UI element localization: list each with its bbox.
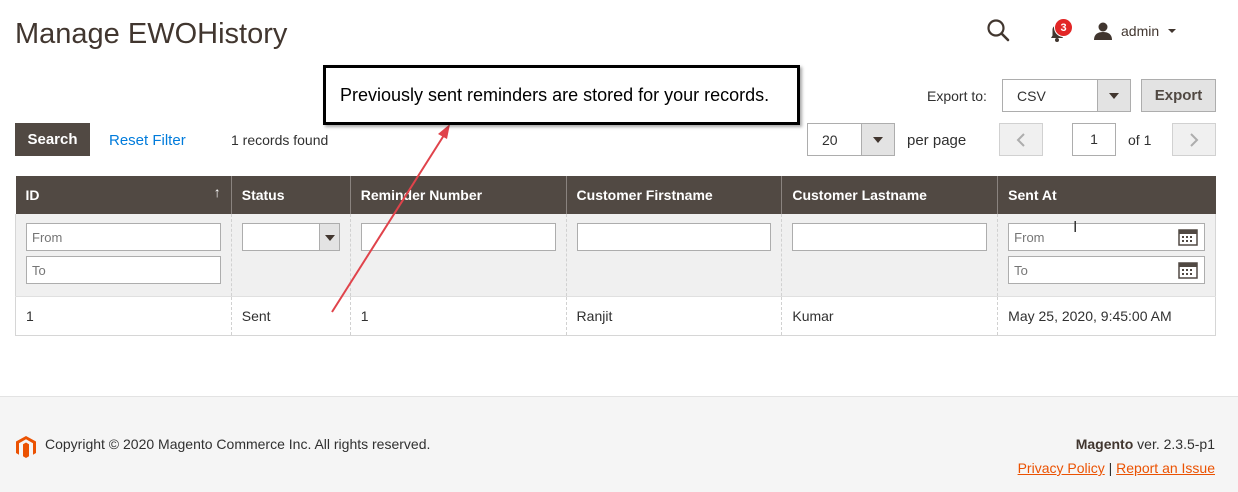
page-title: Manage EWOHistory	[15, 18, 288, 50]
next-page-button[interactable]	[1172, 123, 1216, 156]
cell-customer-lastname: Kumar	[781, 296, 998, 336]
filter-status-cell	[230, 214, 351, 297]
brand-name: Magento	[1075, 436, 1134, 452]
export-format-value: CSV	[1017, 88, 1046, 104]
filter-row	[15, 214, 1216, 297]
chevron-right-icon	[1190, 133, 1199, 147]
column-header-status[interactable]: Status	[230, 176, 351, 214]
filter-lastname-input[interactable]	[792, 223, 988, 251]
chevron-down-icon	[861, 124, 894, 155]
search-button[interactable]: Search	[15, 123, 90, 156]
calendar-icon[interactable]	[1178, 261, 1198, 279]
text-cursor-icon: I	[1073, 219, 1078, 236]
version-info: Magento ver. 2.3.5-p1	[1076, 436, 1215, 452]
search-icon[interactable]	[984, 16, 1014, 46]
chevron-down-icon	[1097, 80, 1130, 111]
column-header-reminder-number[interactable]: Reminder Number	[349, 176, 567, 214]
records-found-count: 1 records found	[231, 132, 329, 148]
filter-sent-at-cell	[997, 214, 1216, 297]
per-page-select[interactable]: 20	[807, 123, 895, 156]
chevron-down-icon	[318, 224, 339, 250]
table-row[interactable]: 1 Sent 1 Ranjit Kumar May 25, 2020, 9:45…	[15, 296, 1216, 336]
notifications-bell-icon[interactable]: 3	[1042, 16, 1073, 46]
version-number: ver. 2.3.5-p1	[1137, 436, 1215, 452]
footer-links: Privacy Policy | Report an Issue	[1018, 460, 1215, 476]
column-header-customer-firstname[interactable]: Customer Firstname	[565, 176, 782, 214]
filter-id-to-input[interactable]	[26, 256, 221, 284]
reset-filter-link[interactable]: Reset Filter	[109, 132, 186, 149]
magento-logo-icon	[16, 436, 36, 458]
export-to-label: Export to:	[927, 88, 987, 104]
column-header-id[interactable]: ID ↑	[15, 176, 232, 214]
cell-reminder-number: 1	[349, 296, 567, 336]
annotation-callout: Previously sent reminders are stored for…	[323, 65, 800, 125]
cell-status: Sent	[230, 296, 351, 336]
chevron-left-icon	[1016, 133, 1025, 147]
column-header-customer-lastname[interactable]: Customer Lastname	[781, 176, 998, 214]
per-page-value: 20	[822, 132, 838, 148]
cell-id: 1	[15, 296, 232, 336]
filter-id-cell	[15, 214, 232, 297]
current-page-input[interactable]: 1	[1072, 123, 1116, 156]
privacy-policy-link[interactable]: Privacy Policy	[1018, 460, 1105, 476]
filter-sent-at-to-input[interactable]	[1008, 256, 1205, 284]
admin-username: admin	[1121, 23, 1160, 39]
filter-id-from-input[interactable]	[26, 223, 221, 251]
export-format-select[interactable]: CSV	[1002, 79, 1131, 112]
footer-link-separator: |	[1108, 460, 1113, 476]
cell-sent-at: May 25, 2020, 9:45:00 AM	[997, 296, 1216, 336]
column-header-sent-at[interactable]: Sent At	[997, 176, 1216, 214]
export-button[interactable]: Export	[1141, 79, 1216, 112]
user-icon	[1094, 22, 1112, 40]
sort-arrow-icon: ↑	[213, 184, 221, 200]
filter-sent-at-from-input[interactable]	[1008, 223, 1205, 251]
chevron-down-icon	[1168, 29, 1177, 33]
filter-firstname-input[interactable]	[576, 223, 772, 251]
history-grid: ID ↑ Status Reminder Number Customer Firs…	[15, 176, 1216, 336]
copyright-text: Copyright © 2020 Magento Commerce Inc. A…	[45, 436, 431, 452]
filter-reminder-number-cell	[349, 214, 567, 297]
filter-status-select[interactable]	[241, 223, 340, 251]
report-issue-link[interactable]: Report an Issue	[1116, 460, 1215, 476]
admin-user-menu[interactable]: admin	[1093, 16, 1177, 46]
filter-firstname-cell	[565, 214, 782, 297]
filter-lastname-cell	[781, 214, 998, 297]
footer: Copyright © 2020 Magento Commerce Inc. A…	[0, 396, 1238, 492]
total-pages-label: of 1	[1128, 132, 1152, 148]
notification-count-badge: 3	[1054, 18, 1073, 37]
filter-reminder-number-input[interactable]	[360, 223, 556, 251]
cell-customer-firstname: Ranjit	[565, 296, 782, 336]
per-page-label: per page	[907, 132, 967, 149]
previous-page-button[interactable]	[999, 123, 1043, 156]
calendar-icon[interactable]	[1178, 228, 1198, 246]
